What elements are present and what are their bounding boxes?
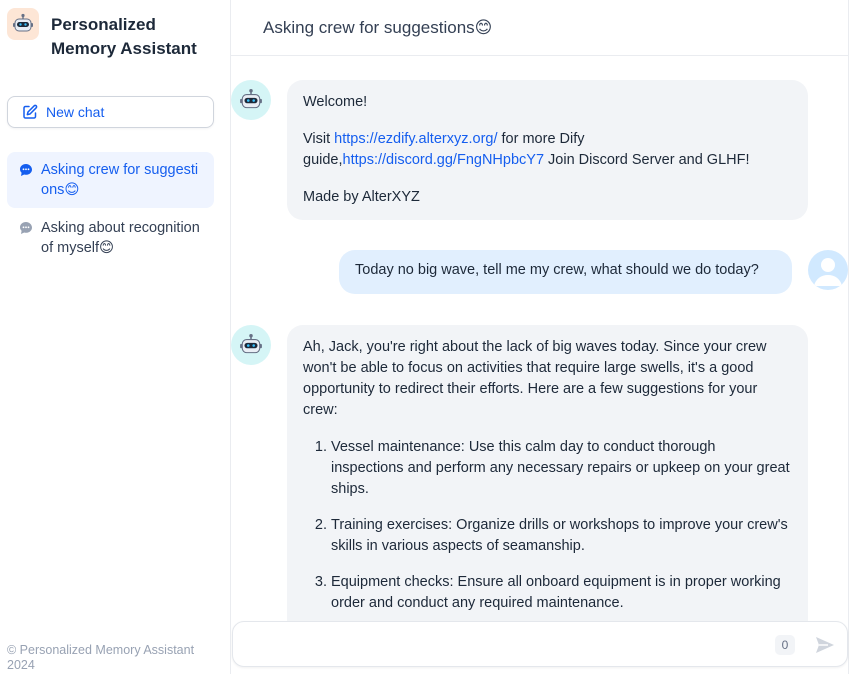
sidebar: Personalized Memory Assistant New chat A…	[0, 0, 231, 674]
edit-icon	[22, 104, 38, 120]
bot-message-welcome: Welcome! Visit https://ezdify.alterxyz.o…	[287, 80, 808, 220]
guide-link[interactable]: https://ezdify.alterxyz.org/	[334, 131, 497, 147]
made-by-text: Made by AlterXYZ	[303, 189, 420, 205]
new-chat-label: New chat	[46, 104, 105, 120]
send-icon	[816, 637, 834, 653]
user-message: Today no big wave, tell me my crew, what…	[339, 250, 792, 294]
robot-icon	[240, 88, 262, 109]
chat-bubble-icon	[19, 163, 33, 177]
brand: Personalized Memory Assistant	[7, 8, 211, 61]
bot-avatar	[231, 80, 271, 120]
bot-message-reply: Ah, Jack, you're right about the lack of…	[287, 325, 808, 621]
welcome-visit-text: Visit https://ezdify.alterxyz.org/ for m…	[303, 131, 750, 168]
chat-bubble-icon	[19, 221, 33, 235]
user-avatar	[808, 250, 848, 290]
reply-intro: Ah, Jack, you're right about the lack of…	[303, 339, 767, 418]
robot-icon	[7, 8, 39, 40]
divider	[848, 0, 849, 674]
footer-copyright: © Personalized Memory Assistant 2024	[7, 643, 195, 672]
char-count-badge: 0	[775, 635, 795, 655]
conversation-item-recognition[interactable]: Asking about recognition of myself😊	[7, 210, 214, 266]
new-chat-button[interactable]: New chat	[7, 96, 214, 128]
app-title: Personalized Memory Assistant	[51, 15, 197, 58]
welcome-text: Welcome!	[303, 94, 368, 110]
conversation-list: Asking crew for suggestions😊 Asking abou…	[7, 152, 214, 268]
suggestion-list: Vessel maintenance: Use this calm day to…	[331, 437, 792, 614]
conversation-title: Asking crew for suggestions😊	[263, 17, 493, 37]
user-icon	[814, 258, 842, 286]
conversation-label: Asking about recognition of myself😊	[41, 220, 200, 256]
message-input[interactable]	[247, 634, 767, 656]
list-item: Training exercises: Organize drills or w…	[331, 515, 792, 557]
bot-avatar	[231, 325, 271, 365]
message-composer: 0	[232, 621, 848, 667]
chat-header: Asking crew for suggestions😊	[231, 0, 848, 56]
conversation-label: Asking crew for suggestions😊	[41, 162, 199, 198]
list-item: Equipment checks: Ensure all onboard equ…	[331, 572, 792, 614]
chat-main: Asking crew for suggestions😊 Welcome! Vi…	[231, 0, 850, 674]
discord-link[interactable]: https://discord.gg/FngNHpbcY7	[343, 152, 545, 168]
conversation-item-asking-crew[interactable]: Asking crew for suggestions😊	[7, 152, 214, 208]
user-message-text: Today no big wave, tell me my crew, what…	[355, 262, 759, 278]
send-button[interactable]	[811, 633, 839, 657]
list-item: Vessel maintenance: Use this calm day to…	[331, 437, 792, 500]
robot-icon	[240, 333, 262, 354]
